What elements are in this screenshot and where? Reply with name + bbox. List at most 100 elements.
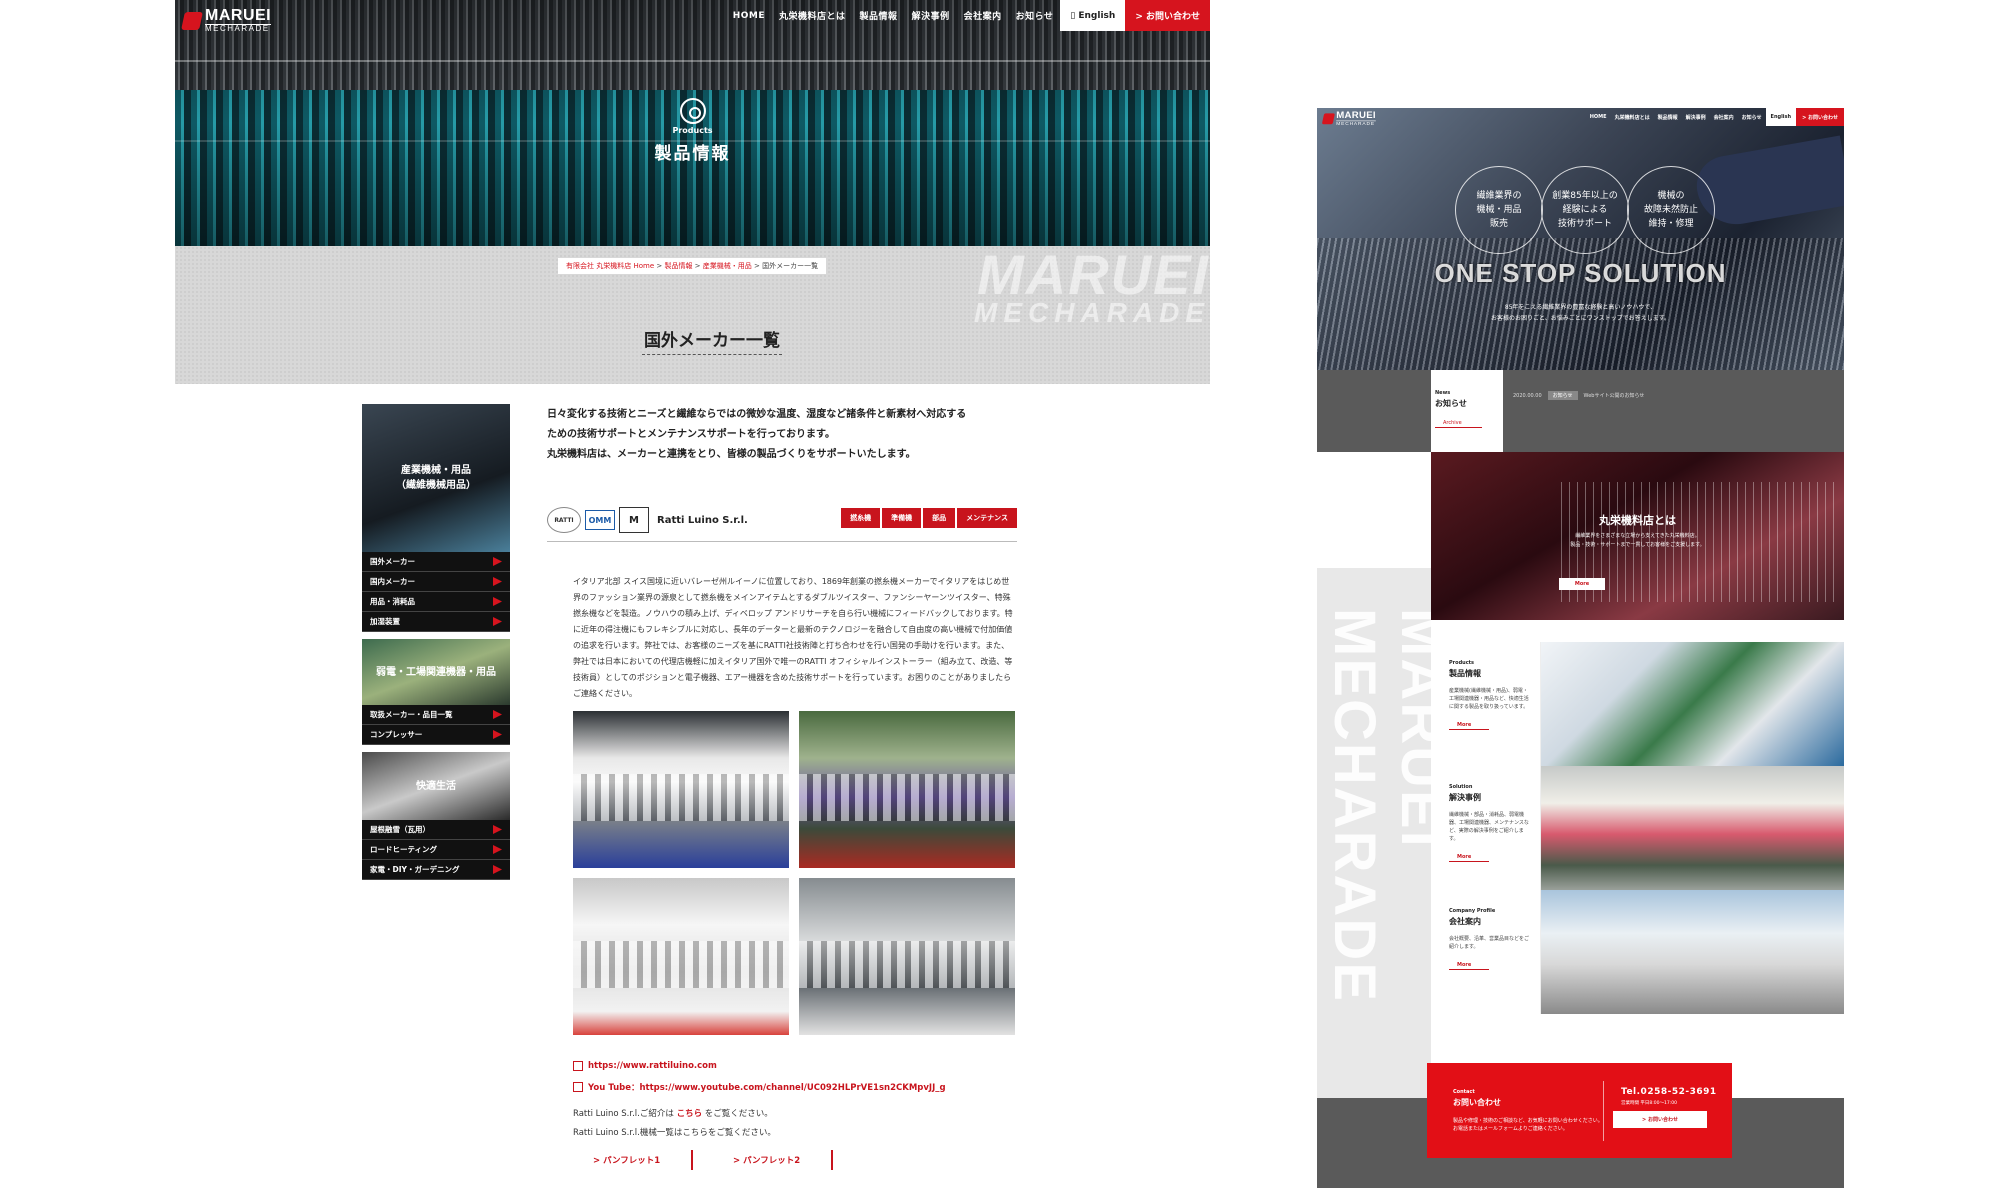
contact-form-button[interactable]: > お問い合わせ <box>1613 1111 1707 1128</box>
sidebar-item-makers[interactable]: 取扱メーカー・品目一覧 <box>362 705 510 725</box>
company-building-image <box>1541 890 1844 1014</box>
nav-news[interactable]: お知らせ <box>1738 108 1766 126</box>
nav-solutions[interactable]: 解決事例 <box>1682 108 1710 126</box>
nav-about[interactable]: 丸栄機料店とは <box>772 0 853 31</box>
logo-watermark: MARUEI MECHARADE <box>974 243 1210 329</box>
tag-preparation: 準備機 <box>882 508 922 528</box>
nav-products[interactable]: 製品情報 <box>853 0 905 31</box>
breadcrumb-sep: > <box>692 262 703 270</box>
nav-solutions[interactable]: 解決事例 <box>905 0 957 31</box>
watermark-line1: MARUEI <box>977 243 1210 306</box>
sidebar-category-comfort[interactable]: 快適生活 <box>362 752 510 820</box>
contact-desc-line: お電話またはメールフォームよりご連絡ください。 <box>1453 1126 1568 1132</box>
nav-products[interactable]: 製品情報 <box>1654 108 1682 126</box>
card-desc: 繊維機械・部品・消耗品、弱電機器、工場関連機器、メンテナンスなど、実際の解決事例… <box>1449 812 1529 842</box>
website-link[interactable]: https://www.rattiluino.com <box>573 1061 717 1071</box>
pamphlet-1-button[interactable]: > パンフレット1 <box>573 1150 693 1170</box>
document-icon: ▯ <box>1070 10 1076 21</box>
sidebar-item-humidifier[interactable]: 加湿装置 <box>362 612 510 632</box>
about-desc-line: 製品・技術・サポートまで一貫してお客様をご支援します。 <box>1570 542 1705 548</box>
sidebar-item-label: 家電・DIY・ガーデニング <box>370 865 460 874</box>
intro-note: Ratti Luino S.r.l.ご紹介は こちら をご覧ください。 <box>573 1107 773 1119</box>
hero-headline: ONE STOP SOLUTION <box>1434 258 1727 288</box>
solution-more-button[interactable]: More <box>1449 853 1490 862</box>
news-item[interactable]: 2020.00.00 お知らせ Webサイト公開のお知らせ <box>1513 391 1644 400</box>
about-title: 丸栄機料店とは <box>1599 514 1676 527</box>
products-card: Products 製品情報 産業機械(繊維機械・用品)、弱電・工場関連機器・用品… <box>1431 642 1844 766</box>
category-tags: 撚糸機 準備機 部品 メンテナンス <box>841 508 1017 528</box>
feature-circle-maintenance: 機械の 故障未然防止 維持・修理 <box>1627 166 1715 254</box>
sidebar-item-label: コンプレッサー <box>370 730 423 739</box>
watermark-line2: MECHARADE <box>974 297 1210 329</box>
sidebar-item-domestic[interactable]: 国内メーカー <box>362 572 510 592</box>
pamphlet-2-button[interactable]: > パンフレット2 <box>713 1150 833 1170</box>
english-button[interactable]: ▯ English <box>1060 0 1126 31</box>
circle-line: 繊維業界の <box>1476 191 1522 201</box>
feature-circle-support: 創業85年以上の 経験による 技術サポート <box>1541 166 1629 254</box>
machine-photo <box>799 878 1015 1035</box>
logo[interactable]: MARUEI MECHARADE <box>1321 111 1376 126</box>
news-panel: News お知らせ Archive <box>1431 370 1503 452</box>
ratti-logo: RATTI <box>547 507 581 533</box>
card-title: 会社案内 <box>1449 917 1481 926</box>
arrow-right-icon <box>493 710 502 719</box>
nav-company[interactable]: 会社案内 <box>957 0 1009 31</box>
product-page-screenshot: MARUEI MECHARADE HOME 丸栄機料店とは 製品情報 解決事例 … <box>175 0 1210 1200</box>
sidebar-item-supplies[interactable]: 用品・消耗品 <box>362 592 510 612</box>
arrow-right-icon <box>493 577 502 586</box>
sidebar-block-comfort: 快適生活 屋根融雪（瓦用） ロードヒーティング 家電・DIY・ガーデニング <box>362 752 510 880</box>
sidebar-item-road-heating[interactable]: ロードヒーティング <box>362 840 510 860</box>
circle-line: 機械・用品 <box>1476 205 1522 215</box>
sidebar-category-industrial[interactable]: 産業機械・用品 （繊維機械用品） <box>362 404 510 552</box>
machine-list-note: Ratti Luino S.r.l.機械一覧はこちらをご覧ください。 <box>573 1128 776 1138</box>
contact-desc: 製品や修理・技術のご相談など、お気軽にお問い合わせください。 お電話またはメール… <box>1453 1117 1603 1133</box>
news-label: News <box>1435 390 1451 396</box>
tag-maintenance: メンテナンス <box>957 508 1017 528</box>
company-more-button[interactable]: More <box>1449 961 1490 970</box>
logo-mark-icon <box>1321 113 1335 124</box>
intro-line: ための技術サポートとメンテナンスサポートを行っております。 <box>547 429 835 440</box>
nav-about[interactable]: 丸栄機料店とは <box>1611 108 1654 126</box>
nav-home[interactable]: HOME <box>726 0 772 31</box>
worker-arm-image <box>1692 135 1844 231</box>
english-button[interactable]: English <box>1765 108 1797 126</box>
sidebar-category-label: 産業機械・用品 <box>401 465 471 476</box>
contact-button[interactable]: > お問い合わせ <box>1796 108 1844 126</box>
contact-button[interactable]: > お問い合わせ <box>1125 0 1210 31</box>
breadcrumb-industrial[interactable]: 産業機械・用品 <box>703 262 752 270</box>
sidebar-item-roof-snow[interactable]: 屋根融雪（瓦用） <box>362 820 510 840</box>
circle-line: 経験による <box>1562 205 1608 215</box>
top-hero: MARUEI MECHARADE HOME 丸栄機料店とは 製品情報 解決事例 … <box>1317 108 1844 370</box>
breadcrumb-home[interactable]: 有限会社 丸栄機料店 Home <box>566 262 654 270</box>
maker-name: Ratti Luino S.r.l. <box>657 514 748 526</box>
phone-number[interactable]: Tel.0258-52-3691 <box>1621 1087 1717 1097</box>
sidebar-item-label: 国外メーカー <box>370 557 415 566</box>
nav-news[interactable]: お知らせ <box>1009 0 1061 31</box>
breadcrumb-products[interactable]: 製品情報 <box>664 262 692 270</box>
sidebar-item-compressor[interactable]: コンプレッサー <box>362 725 510 745</box>
youtube-link[interactable]: You Tube：https://www.youtube.com/channel… <box>573 1081 946 1093</box>
sidebar-item-overseas[interactable]: 国外メーカー <box>362 552 510 572</box>
news-tag: お知らせ <box>1547 391 1578 400</box>
loom-streak <box>175 60 1210 62</box>
about-more-button[interactable]: More <box>1559 578 1605 590</box>
products-more-button[interactable]: More <box>1449 721 1490 730</box>
sidebar-item-label: 用品・消耗品 <box>370 597 415 606</box>
omm-logo: OMM <box>585 510 615 530</box>
sidebar-item-appliances[interactable]: 家電・DIY・ガーデニング <box>362 860 510 880</box>
archive-button[interactable]: Archive <box>1435 419 1482 428</box>
arrow-right-icon <box>493 865 502 874</box>
note-text: をご覧ください。 <box>704 1109 773 1119</box>
logo[interactable]: MARUEI MECHARADE <box>181 8 272 33</box>
intro-link[interactable]: こちら <box>677 1109 703 1119</box>
sidebar-category-electrical[interactable]: 弱電・工場関連機器・用品 <box>362 639 510 705</box>
sidebar-item-label: ロードヒーティング <box>370 845 438 854</box>
nav-home[interactable]: HOME <box>1586 108 1611 126</box>
logo-watermark: MARUEI MECHARADE <box>1317 568 1431 1098</box>
website-link-text: https://www.rattiluino.com <box>588 1061 717 1071</box>
watermark-text: MARUEI MECHARADE <box>1322 608 1431 1003</box>
note-text: Ratti Luino S.r.l.ご紹介は <box>573 1109 674 1119</box>
nav-company[interactable]: 会社案内 <box>1710 108 1738 126</box>
card-desc: 産業機械(繊維機械・用品)、弱電・工場関連機器・用品など、快適生活に関する製品を… <box>1449 688 1529 710</box>
sidebar-item-label: 屋根融雪（瓦用） <box>370 825 430 834</box>
